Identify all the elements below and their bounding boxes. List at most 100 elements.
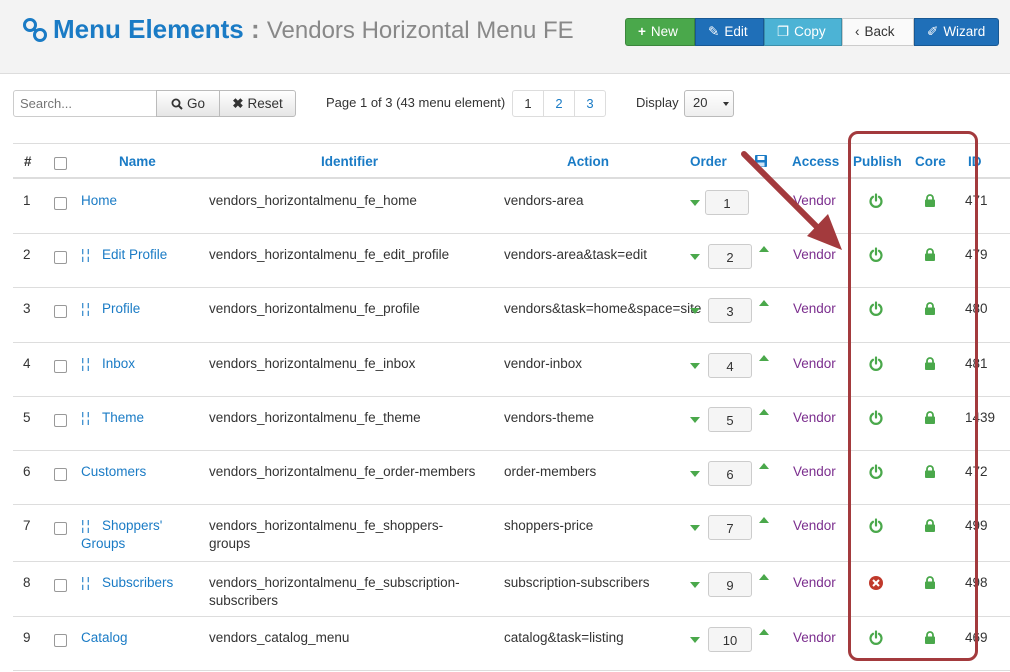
edit-button[interactable]: ✎ Edit [695,18,764,46]
order-input[interactable]: 6 [708,461,752,486]
display-label: Display [636,95,679,110]
move-up-icon[interactable] [759,517,769,523]
order-input[interactable]: 1 [705,190,749,215]
move-up-icon[interactable] [759,463,769,469]
move-down-icon[interactable] [690,637,700,643]
wizard-button[interactable]: ✐ Wizard [914,18,999,46]
copy-button[interactable]: ❐ Copy [764,18,842,46]
reset-label: Reset [247,96,283,111]
identifier-cell: vendors_horizontalmenu_fe_edit_profile [209,247,450,262]
go-button[interactable]: Go [156,90,220,117]
action-cell: vendor-inbox [504,356,583,371]
new-button[interactable]: + New [625,18,695,46]
move-up-icon[interactable] [759,300,769,306]
tree-indent-icon: ¦¦ [81,575,93,590]
col-order[interactable]: Order [690,154,727,169]
back-label: Back [864,24,895,39]
page-1-button[interactable]: 1 [512,90,544,117]
search-input[interactable] [13,90,157,117]
select-all-checkbox[interactable] [54,157,67,170]
move-down-icon[interactable] [690,525,700,531]
menu-item-name-link[interactable]: Subscribers [102,575,173,590]
page-header: Menu Elements : Vendors Horizontal Menu … [0,0,1010,74]
row-checkbox[interactable] [54,305,67,318]
move-down-icon[interactable] [690,471,700,477]
row-checkbox[interactable] [54,251,67,264]
identifier-cell: vendors_horizontalmenu_fe_subscription-s… [209,575,460,608]
menu-item-name-link[interactable]: Theme [102,410,144,425]
order-input[interactable]: 4 [708,353,752,378]
page-title: Menu Elements : Vendors Horizontal Menu … [53,14,574,45]
name-cell: ¦¦ Theme [81,409,199,427]
col-identifier[interactable]: Identifier [321,154,378,169]
access-cell: Vendor [793,518,836,533]
menu-item-name-link[interactable]: Shoppers' Groups [81,518,162,551]
row-checkbox[interactable] [54,414,67,427]
access-cell: Vendor [793,301,836,316]
order-input[interactable]: 10 [708,627,752,652]
row-checkbox[interactable] [54,197,67,210]
page-3-button[interactable]: 3 [574,90,606,117]
page-info: Page 1 of 3 (43 menu element) [326,95,506,110]
access-cell: Vendor [793,193,836,208]
action-cell: shoppers-price [504,518,594,533]
reset-button[interactable]: ✖ Reset [219,90,296,117]
wizard-label: Wizard [943,24,986,39]
display-select[interactable]: 20 [684,90,734,117]
col-name[interactable]: Name [119,154,156,169]
move-up-icon[interactable] [759,246,769,252]
back-button[interactable]: ‹ Back [842,18,914,46]
row-checkbox[interactable] [54,522,67,535]
move-down-icon[interactable] [690,582,700,588]
move-up-icon[interactable] [759,409,769,415]
action-cell: subscription-subscribers [504,575,650,590]
copy-icon: ❐ [777,24,790,39]
row-number: 7 [23,518,31,533]
order-input[interactable]: 2 [708,244,752,269]
menu-item-name-link[interactable]: Profile [102,301,140,316]
tree-indent-icon: ¦¦ [81,518,93,533]
move-up-icon[interactable] [759,629,769,635]
move-down-icon[interactable] [690,254,700,260]
page-2-button[interactable]: 2 [543,90,575,117]
order-input[interactable]: 3 [708,298,752,323]
access-cell: Vendor [793,247,836,262]
edit-icon: ✎ [708,24,720,39]
identifier-cell: vendors_catalog_menu [209,630,350,645]
order-input[interactable]: 7 [708,515,752,540]
order-input[interactable]: 5 [708,407,752,432]
name-cell: ¦¦ Shoppers' Groups [81,517,199,553]
move-down-icon[interactable] [690,200,700,206]
edit-label: Edit [724,24,748,39]
identifier-cell: vendors_horizontalmenu_fe_inbox [209,356,416,371]
identifier-cell: vendors_horizontalmenu_fe_order-members [209,464,476,479]
move-up-icon[interactable] [759,574,769,580]
move-up-icon[interactable] [759,355,769,361]
floppy-disk-icon[interactable] [754,154,768,168]
col-action[interactable]: Action [567,154,609,169]
order-input[interactable]: 9 [708,572,752,597]
menu-item-name-link[interactable]: Customers [81,464,146,479]
move-down-icon[interactable] [690,417,700,423]
row-checkbox[interactable] [54,360,67,373]
action-cell: order-members [504,464,597,479]
copy-label: Copy [794,24,826,39]
close-icon: ✖ [232,95,244,111]
row-number: 2 [23,247,31,262]
wand-icon: ✐ [927,24,939,39]
action-cell: catalog&task=listing [504,630,624,645]
row-checkbox[interactable] [54,579,67,592]
name-cell: ¦¦ Inbox [81,355,199,373]
menu-item-name-link[interactable]: Edit Profile [102,247,167,262]
name-cell: Home [81,192,199,210]
row-checkbox[interactable] [54,634,67,647]
move-down-icon[interactable] [690,363,700,369]
row-checkbox[interactable] [54,468,67,481]
menu-item-name-link[interactable]: Inbox [102,356,135,371]
menu-item-name-link[interactable]: Catalog [81,630,128,645]
menu-item-name-link[interactable]: Home [81,193,117,208]
access-cell: Vendor [793,464,836,479]
tree-indent-icon: ¦¦ [81,247,93,262]
move-down-icon[interactable] [690,308,700,314]
col-access[interactable]: Access [792,154,839,169]
